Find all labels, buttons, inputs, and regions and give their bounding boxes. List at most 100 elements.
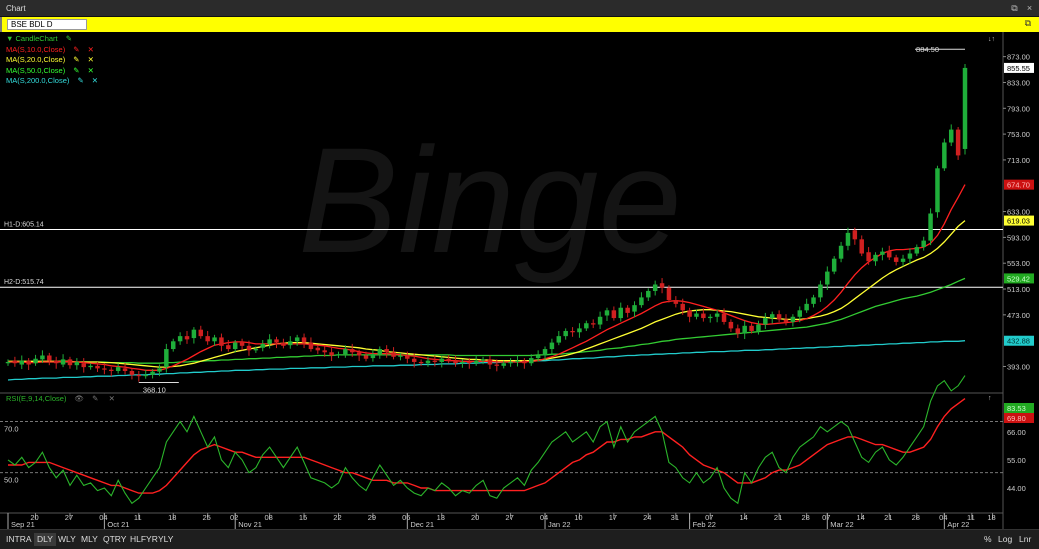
price-chart[interactable]: Binge 873.00 833.00 793.00 753.00 713.00 633.0…	[0, 32, 1039, 529]
candle-body	[115, 367, 121, 371]
candle-body	[577, 328, 582, 333]
period-mly[interactable]: MLY	[81, 534, 98, 544]
period-wly[interactable]: WLY	[58, 534, 76, 544]
period-hlfyr[interactable]: HLFYR	[130, 534, 158, 544]
candle-body	[515, 360, 520, 362]
candle-body	[150, 371, 155, 375]
rsi-line	[7, 375, 966, 505]
candle-body	[288, 341, 293, 346]
legend-ma10-label: MA(S,10.0,Close)	[6, 44, 66, 54]
close-icon[interactable]: ×	[1023, 2, 1036, 14]
candle-body	[728, 321, 734, 329]
candle-body	[845, 232, 851, 246]
edit-pencil-icon[interactable]: ✎	[77, 76, 83, 87]
time-month-label: Dec 21	[410, 520, 434, 529]
edit-pencil-icon[interactable]: ✎	[66, 34, 72, 45]
rsi-badge-label: 83.53	[1007, 404, 1026, 413]
price-tick-label: 713.00	[1007, 156, 1030, 165]
price-tick-label: 473.00	[1007, 311, 1030, 320]
candle-body	[315, 347, 321, 351]
legend-ma20[interactable]: MA(S,20.0,Close) ✎ ✕	[6, 55, 98, 66]
candle-body	[109, 369, 114, 371]
candle-body	[432, 360, 438, 362]
candle-body	[749, 325, 754, 331]
period-intra[interactable]: INTRA	[6, 534, 32, 544]
remove-x-icon[interactable]: ✕	[88, 55, 94, 66]
candle-body	[350, 349, 355, 353]
candle-body	[714, 313, 720, 317]
edit-pencil-icon[interactable]: ✎	[73, 66, 79, 77]
edit-pencil-icon[interactable]: ✎	[73, 45, 79, 56]
time-day-label: 28	[912, 513, 920, 522]
time-day-label: 20	[471, 513, 479, 522]
candle-body	[487, 359, 493, 365]
edit-pencil-icon[interactable]: ✎	[73, 55, 79, 66]
time-day-label: 22	[333, 513, 341, 522]
remove-x-icon[interactable]: ✕	[88, 45, 94, 56]
candle-body	[611, 310, 617, 319]
time-month-label: Mar 22	[830, 520, 853, 529]
log-scale-button[interactable]: Log	[998, 534, 1012, 544]
candle-body	[942, 142, 947, 169]
high-marker-label: 884.50	[916, 45, 939, 54]
candle-body	[501, 363, 506, 366]
candle-body	[67, 359, 73, 366]
time-day-label: 07	[705, 513, 713, 522]
horizontal-level-label: H2-D:515.74	[4, 279, 44, 286]
candle-body	[198, 329, 204, 337]
period-yly[interactable]: YLY	[158, 534, 173, 544]
edit-pencil-icon[interactable]: ✎	[92, 394, 98, 405]
symbol-input[interactable]: BSE BDL D	[7, 19, 87, 30]
candle-body	[467, 361, 472, 364]
candle-body	[873, 254, 878, 262]
legend-candlechart[interactable]: ▼ CandleChart ✎	[6, 34, 98, 45]
time-day-label: 11	[134, 513, 142, 522]
rsi-legend[interactable]: RSI(E,9,14,Close) 👁 ✎ ✕	[6, 394, 115, 405]
candle-body	[604, 310, 610, 316]
period-dly[interactable]: DLY	[34, 533, 56, 546]
legend-ma200[interactable]: MA(S,200.0,Close) ✎ ✕	[6, 76, 98, 87]
candle-body	[129, 370, 135, 375]
percent-scale-button[interactable]: %	[984, 534, 992, 544]
undock-icon[interactable]: ⧉	[1025, 18, 1031, 29]
candle-body	[584, 323, 589, 329]
price-tick-label: 593.00	[1007, 233, 1030, 242]
candle-body	[866, 252, 871, 262]
candle-body	[597, 316, 603, 325]
time-day-label: 06	[402, 513, 410, 522]
time-day-label: 08	[264, 513, 272, 522]
remove-x-icon[interactable]: ✕	[88, 66, 94, 77]
candle-body	[363, 355, 369, 359]
legend-ma200-label: MA(S,200.0,Close)	[6, 76, 70, 85]
candle-body	[880, 251, 885, 255]
legend-ma10[interactable]: MA(S,10.0,Close) ✎ ✕	[6, 45, 98, 56]
candle-body	[281, 342, 286, 346]
candle-body	[590, 323, 596, 325]
candle-body	[756, 324, 761, 331]
candle-body	[652, 284, 658, 291]
candle-body	[301, 337, 307, 343]
time-day-label: 14	[740, 513, 748, 522]
legend-ma50[interactable]: MA(S,50.0,Close) ✎ ✕	[6, 66, 98, 77]
period-qtry[interactable]: QTRY	[103, 534, 126, 544]
period-toolbar: INTRA DLY WLY MLY QTRY HLFYR YLY % Log L…	[0, 529, 1039, 549]
candle-body	[322, 350, 327, 353]
candle-body	[460, 361, 465, 364]
remove-x-icon[interactable]: ✕	[109, 394, 115, 405]
candle-body	[95, 365, 100, 369]
chart-area[interactable]: Binge 873.00 833.00 793.00 753.00 713.00 633.0…	[0, 32, 1039, 529]
remove-x-icon[interactable]: ✕	[92, 76, 98, 87]
candle-body	[818, 284, 823, 298]
low-marker-label: 368.10	[143, 386, 166, 395]
candle-body	[26, 360, 31, 365]
candle-body	[632, 305, 637, 312]
time-day-label: 31	[671, 513, 679, 522]
eye-icon[interactable]: 👁	[75, 394, 85, 405]
rsi-badge-label: 69.80	[1007, 414, 1026, 423]
linear-scale-button[interactable]: Lnr	[1019, 534, 1031, 544]
candle-body	[893, 257, 899, 262]
candle-body	[646, 290, 651, 298]
candle-body	[701, 313, 706, 319]
candle-body	[308, 342, 314, 350]
restore-icon[interactable]: ⧉	[1008, 2, 1021, 14]
